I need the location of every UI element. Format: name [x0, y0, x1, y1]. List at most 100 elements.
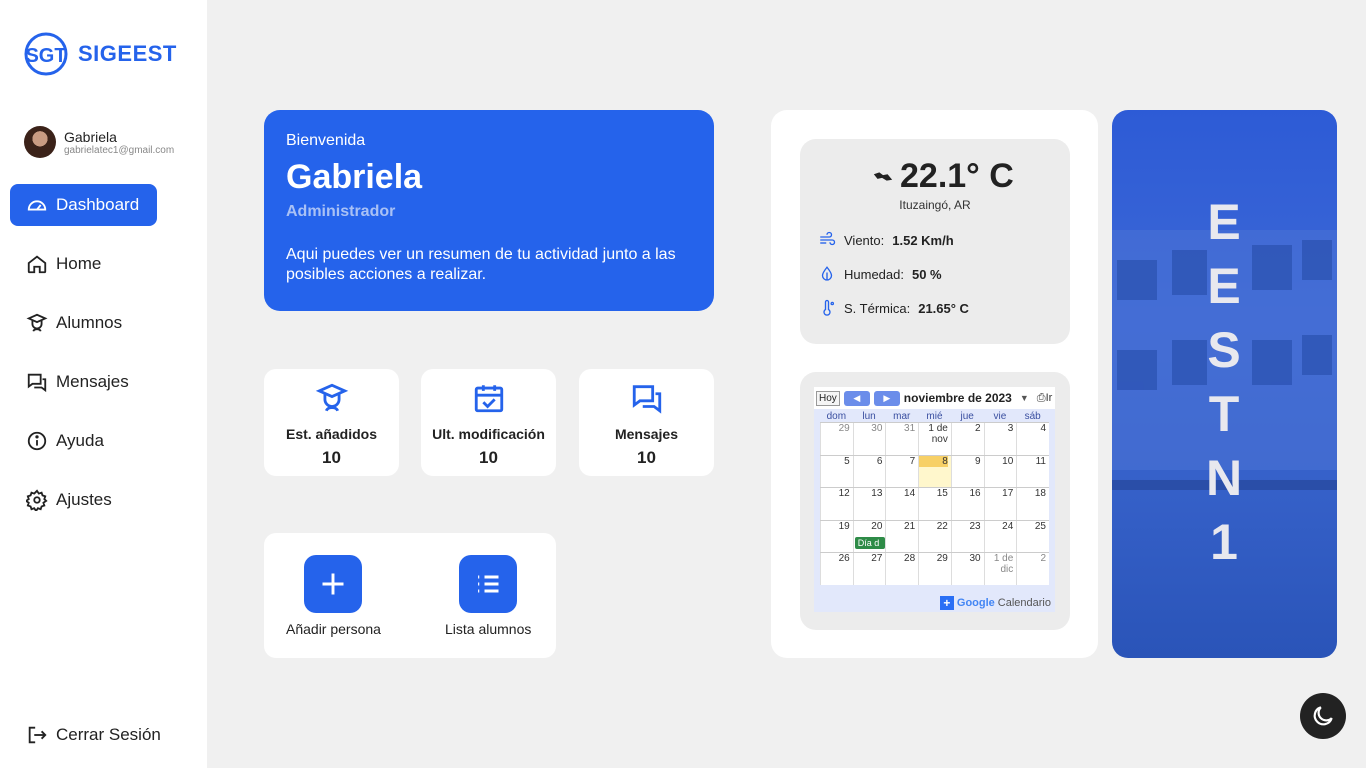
calendar-day[interactable]: 1 de nov: [918, 423, 951, 455]
weather-location: Ituzaingó, AR: [899, 198, 971, 212]
calendar-day[interactable]: 18: [1016, 488, 1049, 520]
calendar-day[interactable]: 29: [918, 553, 951, 585]
calendar-day-number: 14: [904, 488, 916, 499]
stat-card-students[interactable]: Est. añadidos 10: [264, 369, 399, 476]
calendar-day[interactable]: 13: [852, 488, 886, 520]
stat-value: 10: [637, 448, 656, 467]
stat-label: Ult. modificación: [432, 426, 545, 442]
calendar-day-number: 30: [871, 423, 883, 434]
calendar-next-button[interactable]: ▶: [873, 390, 900, 406]
calendar-day[interactable]: 25: [1016, 520, 1049, 552]
humidity-value: 50 %: [911, 266, 942, 282]
calendar-day[interactable]: 10: [983, 455, 1017, 487]
calendar-weekday: dom: [826, 411, 847, 422]
calendar-event[interactable]: Día d: [854, 536, 885, 549]
calendar-day[interactable]: 20 Día d: [852, 520, 886, 552]
sidebar-item-mensajes[interactable]: Mensajes: [10, 361, 200, 403]
calendar-day[interactable]: 3: [983, 423, 1017, 455]
calendar-day-number: 16: [969, 488, 981, 499]
sidebar-item-label: Alumnos: [56, 313, 123, 332]
calendar-day-number: 9: [975, 455, 981, 467]
sidebar-item-ajustes[interactable]: Ajustes: [10, 479, 200, 521]
calendar-day[interactable]: 26: [820, 553, 853, 585]
dark-mode-toggle[interactable]: [1300, 693, 1346, 739]
calendar-day[interactable]: 16: [950, 488, 984, 520]
calendar-day[interactable]: 23: [950, 520, 984, 552]
calendar-day[interactable]: 12: [820, 488, 853, 520]
calendar-day[interactable]: 4: [1016, 423, 1049, 455]
print-icon[interactable]: ⎙Ir: [1037, 392, 1053, 405]
calendar-day[interactable]: 11: [1016, 455, 1049, 487]
calendar-day-number: 12: [838, 488, 850, 499]
sidebar-item-home[interactable]: Home: [10, 243, 200, 285]
student-list-action[interactable]: Lista alumnos: [445, 555, 531, 637]
calendar-day-number: 17: [1002, 488, 1014, 499]
embedded-calendar: Hoy ◀ ▶ noviembre de 2023 ▼ ⎙Ir dom lun ma…: [814, 387, 1055, 612]
calendar-footer[interactable]: + Google Calendario: [939, 596, 1051, 610]
calendar-day[interactable]: 2: [950, 423, 984, 455]
sidebar-item-dashboard[interactable]: Dashboard: [10, 184, 157, 226]
weather-humidity: Humedad: 50 %: [818, 265, 942, 283]
user-profile[interactable]: Gabriela gabrielatec1@gmail.com: [24, 126, 174, 158]
add-person-action[interactable]: Añadir persona: [286, 555, 381, 637]
calendar-day[interactable]: 15: [918, 488, 951, 520]
wind-value: 1.52 Km/h: [892, 232, 954, 248]
calendar-day[interactable]: 6: [852, 455, 886, 487]
calendar-day[interactable]: 30: [852, 423, 886, 455]
calendar-day[interactable]: 8: [918, 455, 951, 487]
sidebar: SGT SIGEEST Gabriela gabrielatec1@gmail.…: [0, 0, 207, 768]
calendar-day[interactable]: 2: [1016, 553, 1049, 585]
calendar-day-number: 7: [909, 455, 916, 467]
calendar-day-number: 20: [871, 520, 883, 532]
info-panel: 22.1° C Ituzaingó, AR Viento: 1.52 Km/h …: [771, 110, 1098, 658]
calendar-today-button[interactable]: Hoy: [816, 390, 840, 406]
brand[interactable]: SGT SIGEEST: [22, 32, 177, 76]
stat-card-modifications[interactable]: Ult. modificación 10: [421, 369, 556, 476]
calendar-day[interactable]: 9: [950, 455, 984, 487]
add-person-button[interactable]: [304, 555, 363, 613]
logout-label: Cerrar Sesión: [56, 725, 161, 744]
quick-actions: Añadir persona Lista alumnos: [264, 533, 556, 658]
logout-icon: [28, 726, 47, 744]
calendar-weekdays: dom lun mar mié jue vie sáb: [820, 411, 1049, 422]
calendar-day-number: 11: [1035, 455, 1046, 467]
humidity-icon: [821, 266, 833, 281]
calendar-day[interactable]: 31: [885, 423, 918, 455]
calendar-day[interactable]: 1 de dic: [983, 553, 1017, 585]
calendar-day[interactable]: 29: [820, 423, 853, 455]
calendar-day[interactable]: 24: [983, 520, 1017, 552]
calendar-day-number: 23: [969, 520, 981, 532]
school-letter: 1: [1210, 514, 1238, 570]
calendar-day[interactable]: 14: [885, 488, 918, 520]
calendar-day-number: 15: [936, 488, 948, 499]
calendar-day[interactable]: 5: [820, 455, 853, 487]
stat-label: Mensajes: [614, 426, 679, 442]
calendar-day[interactable]: 22: [918, 520, 951, 552]
student-list-button[interactable]: [459, 555, 518, 613]
calendar-day-number: 18: [1034, 488, 1046, 499]
calendar-day[interactable]: 7: [885, 455, 918, 487]
calendar-day-number: 1 de nov: [928, 423, 948, 445]
chevron-down-icon[interactable]: ▼: [1020, 393, 1029, 403]
sidebar-item-alumnos[interactable]: Alumnos: [10, 302, 200, 344]
calendar-day[interactable]: 21: [885, 520, 918, 552]
calendar-day[interactable]: 28: [885, 553, 918, 585]
calendar-day-number: 21: [904, 520, 916, 532]
sidebar-item-ayuda[interactable]: Ayuda: [10, 420, 200, 462]
thermometer-icon: [823, 299, 835, 316]
school-letter: T: [1208, 386, 1240, 442]
calendar-prev-button[interactable]: ◀: [843, 390, 870, 406]
calendar-day[interactable]: 27: [852, 553, 886, 585]
info-icon: [27, 431, 47, 451]
wind-icon: [820, 231, 836, 246]
calendar-day[interactable]: 19: [820, 520, 853, 552]
calendar-day-number: 27: [871, 553, 883, 564]
stat-card-messages[interactable]: Mensajes 10: [579, 369, 714, 476]
calendar-week-row: 26 27 28 29 30 1 de dic 2: [820, 552, 1049, 585]
welcome-description: Aqui puedes ver un resumen de tu activid…: [286, 246, 676, 283]
calendar-day-number: 6: [876, 455, 883, 467]
student-list-label: Lista alumnos: [445, 621, 532, 637]
calendar-day[interactable]: 17: [983, 488, 1017, 520]
logout-button[interactable]: Cerrar Sesión: [26, 724, 161, 746]
calendar-day[interactable]: 30: [950, 553, 984, 585]
